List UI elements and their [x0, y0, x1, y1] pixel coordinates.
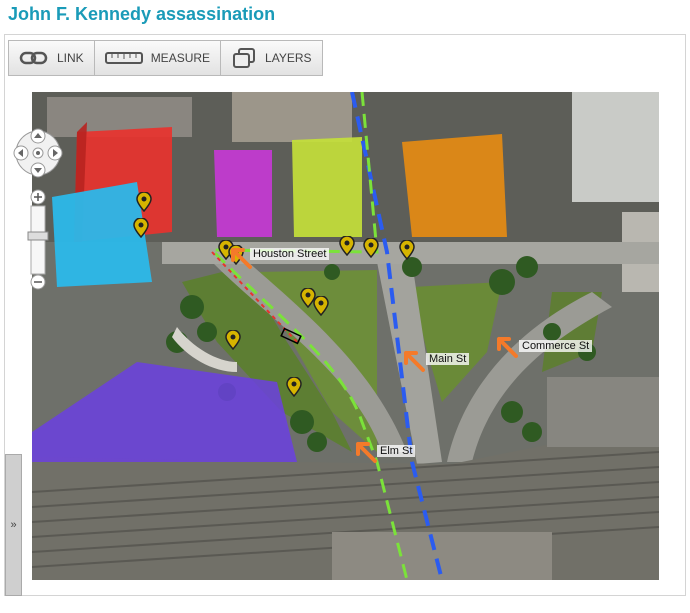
pan-right-icon[interactable] — [47, 145, 63, 161]
side-panel-toggle[interactable]: » — [5, 454, 22, 596]
main-street-label: Main St — [426, 353, 470, 365]
elm-street-label: Elm St — [377, 445, 416, 457]
street-arrow-icon — [497, 337, 518, 358]
street-arrow-icon — [356, 442, 377, 463]
commerce-street-label: Commerce St — [519, 340, 593, 352]
location-pin-icon[interactable] — [339, 236, 355, 256]
street-arrow-icon — [231, 248, 252, 269]
building-right-tower — [572, 92, 659, 202]
pan-control — [13, 128, 63, 178]
location-pin-icon[interactable] — [363, 238, 379, 258]
pan-up-icon[interactable] — [30, 128, 46, 144]
measure-button[interactable]: MEASURE — [95, 41, 222, 75]
street-arrow-icon — [404, 351, 425, 372]
zoom-slider-handle[interactable] — [27, 231, 49, 241]
link-icon — [19, 51, 48, 65]
pan-down-icon[interactable] — [30, 162, 46, 178]
houston-street-label: Houston Street — [250, 248, 330, 260]
yellow-building — [292, 137, 362, 237]
pan-center-icon[interactable] — [32, 147, 44, 159]
measure-label: MEASURE — [150, 51, 211, 65]
building-top-mid — [232, 92, 352, 142]
aerial-map[interactable]: Houston Street Main St Commerce St Elm S… — [32, 92, 659, 580]
layers-icon — [233, 48, 256, 68]
orange-building — [402, 134, 507, 237]
zoom-out-icon[interactable] — [30, 274, 46, 290]
location-pin-icon[interactable] — [225, 330, 241, 350]
location-pin-icon[interactable] — [313, 296, 329, 316]
map-toolbar: LINK MEASURE LAYERS — [8, 40, 323, 76]
ruler-icon — [104, 52, 143, 64]
layers-label: LAYERS — [265, 51, 312, 65]
zoom-control — [27, 189, 49, 290]
map-scene — [32, 92, 659, 580]
link-button[interactable]: LINK — [9, 41, 95, 75]
location-pin-icon[interactable] — [286, 377, 302, 397]
magenta-building — [214, 150, 272, 237]
location-pin-icon[interactable] — [399, 240, 415, 260]
page-title: John F. Kennedy assassination — [8, 4, 276, 24]
parking-lot-right — [547, 377, 659, 447]
link-label: LINK — [57, 51, 84, 65]
layers-button[interactable]: LAYERS — [221, 41, 321, 75]
location-pin-icon[interactable] — [133, 218, 149, 238]
pan-left-icon[interactable] — [13, 145, 29, 161]
zoom-in-icon[interactable] — [30, 189, 46, 205]
location-pin-icon[interactable] — [136, 192, 152, 212]
